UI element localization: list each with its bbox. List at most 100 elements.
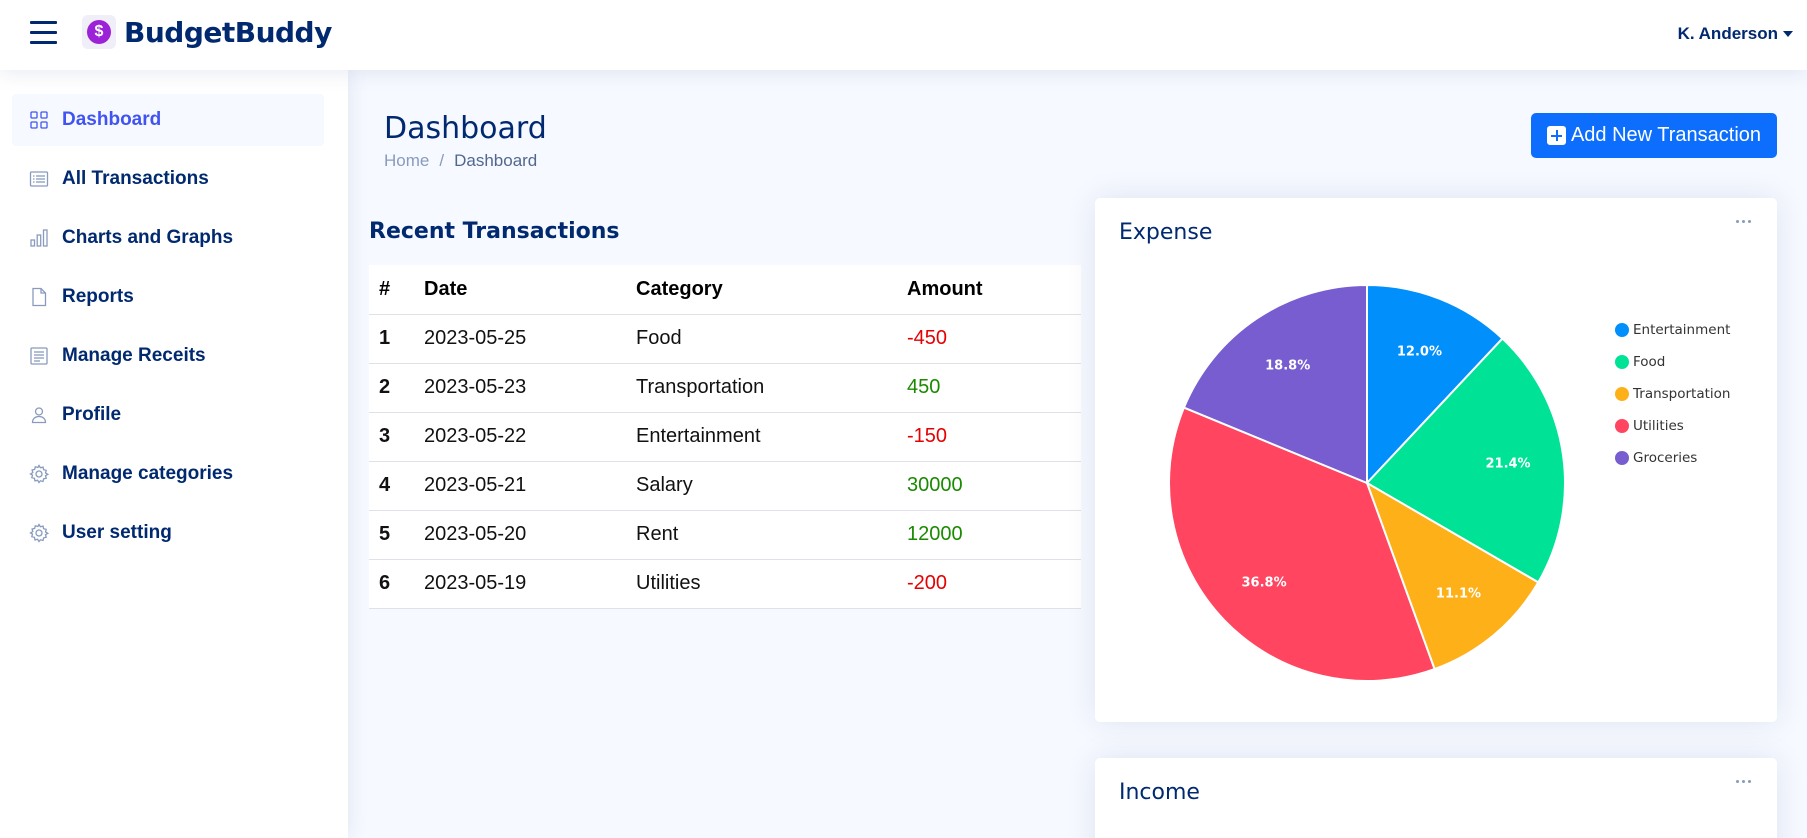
- sidebar-item-label: Charts and Graphs: [62, 227, 234, 248]
- row-number: 5: [369, 510, 424, 560]
- sidebar-item-label: Profile: [62, 404, 122, 425]
- table-row[interactable]: 1 2023-05-25 Food -450: [369, 314, 1081, 364]
- legend-label: Utilities: [1633, 418, 1684, 434]
- page-title: Dashboard: [384, 111, 547, 146]
- row-category: Entertainment: [636, 412, 907, 462]
- row-date: 2023-05-19: [424, 559, 636, 609]
- sidebar-item-label: User setting: [62, 522, 172, 543]
- row-amount: 30000: [907, 461, 1081, 511]
- table-row[interactable]: 2 2023-05-23 Transportation 450: [369, 363, 1081, 413]
- sidebar-item-user-setting[interactable]: User setting: [12, 507, 324, 559]
- table-row[interactable]: 5 2023-05-20 Rent 12000: [369, 510, 1081, 560]
- top-header: $ BudgetBuddy K. Anderson: [0, 0, 1807, 70]
- recent-transactions-title: Recent Transactions: [369, 219, 620, 244]
- row-category: Transportation: [636, 363, 907, 413]
- row-number: 6: [369, 559, 424, 609]
- pie-data-label: 21.4%: [1485, 456, 1530, 471]
- income-card: Income: [1095, 758, 1777, 838]
- grid-icon: [29, 110, 49, 130]
- legend-marker: [1615, 451, 1629, 465]
- legend-item-entertainment[interactable]: Entertainment: [1615, 314, 1730, 346]
- chevron-down-icon: [1783, 31, 1793, 37]
- row-amount: -200: [907, 559, 1081, 609]
- row-date: 2023-05-25: [424, 314, 636, 364]
- plus-square-icon: [1546, 126, 1566, 145]
- sidebar-item-manage-receipts[interactable]: Manage Receits: [12, 330, 324, 382]
- row-amount: 450: [907, 363, 1081, 413]
- sidebar-item-label: All Transactions: [62, 168, 209, 189]
- brand-logo[interactable]: $ BudgetBuddy: [82, 15, 332, 49]
- add-transaction-label: Add New Transaction: [1570, 124, 1762, 146]
- table-row[interactable]: 4 2023-05-21 Salary 30000: [369, 461, 1081, 511]
- pie-data-label: 18.8%: [1265, 359, 1310, 374]
- gear-icon: [29, 523, 49, 543]
- column-header: Amount: [907, 265, 1081, 315]
- table-row[interactable]: 3 2023-05-22 Entertainment -150: [369, 412, 1081, 462]
- column-header: Category: [636, 265, 907, 315]
- logo-coin-icon: $: [82, 15, 116, 49]
- income-card-title: Income: [1119, 780, 1200, 805]
- row-number: 1: [369, 314, 424, 364]
- row-number: 3: [369, 412, 424, 462]
- column-header: Date: [424, 265, 636, 315]
- list-icon: [29, 169, 49, 189]
- table-header-row: # Date Category Amount: [369, 265, 1081, 315]
- gear-icon: [29, 464, 49, 484]
- row-date: 2023-05-21: [424, 461, 636, 511]
- chart-legend: Entertainment Food Transportation Utilities…: [1615, 314, 1730, 474]
- file-icon: [29, 287, 49, 307]
- person-icon: [29, 405, 49, 425]
- legend-label: Food: [1633, 354, 1666, 370]
- sidebar: Dashboard All Transactions Charts and Gr…: [0, 70, 348, 838]
- row-number: 4: [369, 461, 424, 511]
- legend-marker: [1615, 387, 1629, 401]
- legend-label: Groceries: [1633, 450, 1698, 466]
- more-options-icon[interactable]: [1733, 780, 1751, 783]
- breadcrumb-home-link[interactable]: Home: [384, 151, 429, 171]
- table-row[interactable]: 6 2023-05-19 Utilities -200: [369, 559, 1081, 609]
- legend-label: Transportation: [1633, 386, 1731, 402]
- sidebar-item-label: Dashboard: [62, 109, 162, 130]
- add-transaction-button[interactable]: Add New Transaction: [1531, 113, 1777, 158]
- pie-data-label: 12.0%: [1397, 344, 1442, 359]
- legend-item-transportation[interactable]: Transportation: [1615, 378, 1730, 410]
- row-amount: -150: [907, 412, 1081, 462]
- legend-marker: [1615, 419, 1629, 433]
- sidebar-item-label: Manage Receits: [62, 345, 206, 366]
- pie-data-label: 11.1%: [1436, 586, 1481, 601]
- receipt-icon: [29, 346, 49, 366]
- breadcrumb-current: Dashboard: [454, 151, 538, 170]
- sidebar-item-reports[interactable]: Reports: [12, 271, 324, 323]
- column-header: #: [369, 265, 424, 315]
- brand-name: BudgetBuddy: [124, 15, 332, 49]
- user-name: K. Anderson: [1677, 24, 1778, 43]
- row-date: 2023-05-22: [424, 412, 636, 462]
- row-date: 2023-05-23: [424, 363, 636, 413]
- legend-label: Entertainment: [1633, 322, 1731, 338]
- sidebar-item-charts[interactable]: Charts and Graphs: [12, 212, 324, 264]
- menu-toggle-icon[interactable]: [30, 21, 57, 45]
- row-category: Utilities: [636, 559, 907, 609]
- breadcrumb: Home / Dashboard: [384, 151, 537, 171]
- expense-card: Expense 12.0% 21.4% 11.1% 36.8% 18.8% Entert…: [1095, 198, 1777, 722]
- row-category: Salary: [636, 461, 907, 511]
- legend-item-groceries[interactable]: Groceries: [1615, 442, 1730, 474]
- bar-chart-icon: [29, 228, 49, 248]
- legend-item-food[interactable]: Food: [1615, 346, 1730, 378]
- user-menu[interactable]: K. Anderson: [1678, 24, 1793, 44]
- legend-item-utilities[interactable]: Utilities: [1615, 410, 1730, 442]
- sidebar-item-label: Manage categories: [62, 463, 234, 484]
- breadcrumb-separator: /: [439, 151, 445, 170]
- sidebar-item-label: Reports: [62, 286, 134, 307]
- sidebar-item-all-transactions[interactable]: All Transactions: [12, 153, 324, 205]
- legend-marker: [1615, 355, 1629, 369]
- sidebar-item-profile[interactable]: Profile: [12, 389, 324, 441]
- row-category: Rent: [636, 510, 907, 560]
- row-category: Food: [636, 314, 907, 364]
- sidebar-item-dashboard[interactable]: Dashboard: [12, 94, 324, 146]
- row-amount: -450: [907, 314, 1081, 364]
- row-number: 2: [369, 363, 424, 413]
- row-date: 2023-05-20: [424, 510, 636, 560]
- row-amount: 12000: [907, 510, 1081, 560]
- sidebar-item-manage-categories[interactable]: Manage categories: [12, 448, 324, 500]
